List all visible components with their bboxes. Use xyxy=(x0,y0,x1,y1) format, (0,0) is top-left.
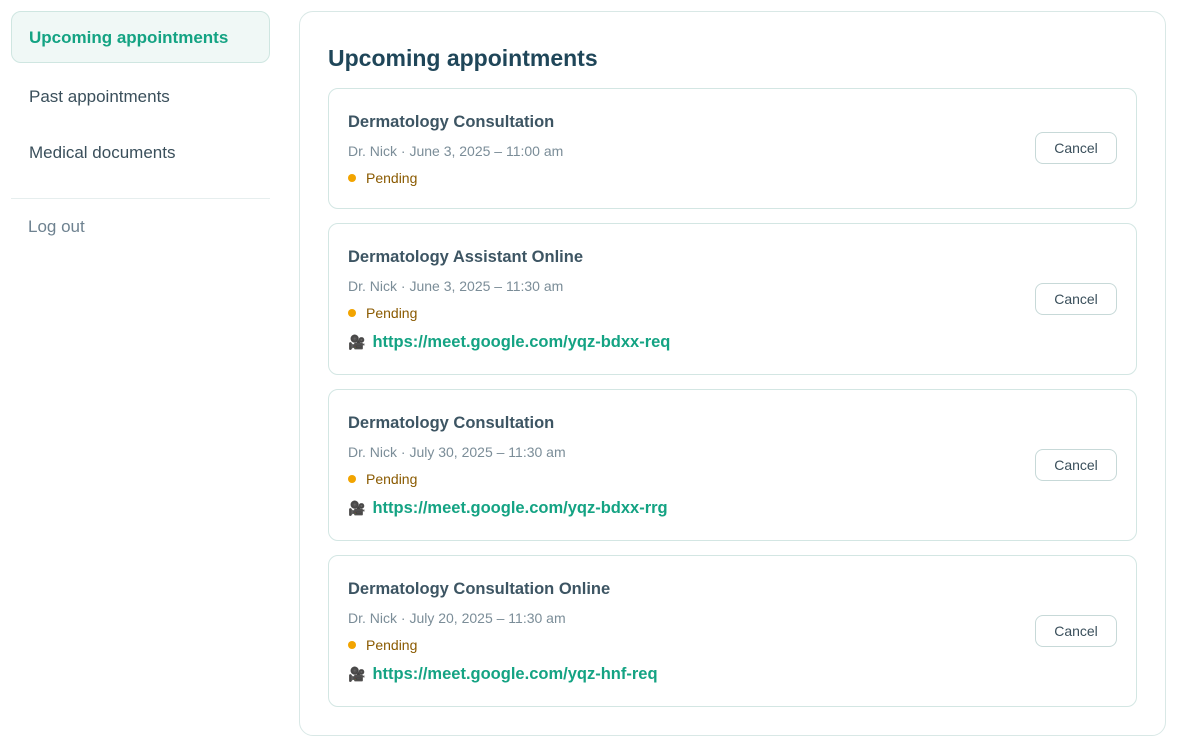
appointment-card: Dermatology Consultation Online Dr. Nick… xyxy=(328,555,1137,707)
status-dot-icon xyxy=(348,309,356,317)
meeting-link[interactable]: 🎥 https://meet.google.com/yqz-hnf-req xyxy=(348,665,658,684)
sidebar: Upcoming appointments Past appointments … xyxy=(11,11,270,245)
logout-link[interactable]: Log out xyxy=(11,209,270,245)
status-badge: Pending xyxy=(348,471,417,487)
video-camera-icon: 🎥 xyxy=(348,500,366,516)
meeting-link[interactable]: 🎥 https://meet.google.com/yqz-bdxx-rrg xyxy=(348,499,668,518)
status-dot-icon xyxy=(348,641,356,649)
meeting-link-text: https://meet.google.com/yqz-bdxx-req xyxy=(372,333,671,351)
appointment-title: Dermatology Consultation xyxy=(348,414,555,432)
appointment-card: Dermatology Consultation Dr. Nick · July… xyxy=(328,389,1137,541)
status-label: Pending xyxy=(366,471,418,487)
cancel-button[interactable]: Cancel xyxy=(1035,449,1117,481)
cancel-button[interactable]: Cancel xyxy=(1035,132,1117,164)
cancel-button[interactable]: Cancel xyxy=(1035,283,1117,315)
appointment-title: Dermatology Consultation Online xyxy=(348,580,611,598)
meeting-link[interactable]: 🎥 https://meet.google.com/yqz-bdxx-req xyxy=(348,333,670,352)
appointment-card: Dermatology Assistant Online Dr. Nick · … xyxy=(328,223,1137,375)
appointment-meta: Dr. Nick · June 3, 2025 – 11:30 am xyxy=(348,278,564,294)
status-badge: Pending xyxy=(348,637,417,653)
video-camera-icon: 🎥 xyxy=(348,334,366,350)
appointment-meta: Dr. Nick · July 20, 2025 – 11:30 am xyxy=(348,610,566,626)
status-dot-icon xyxy=(348,475,356,483)
status-label: Pending xyxy=(366,305,418,321)
cancel-button[interactable]: Cancel xyxy=(1035,615,1117,647)
video-camera-icon: 🎥 xyxy=(348,666,366,682)
meeting-link-text: https://meet.google.com/yqz-hnf-req xyxy=(372,665,658,683)
meeting-link-text: https://meet.google.com/yqz-bdxx-rrg xyxy=(372,499,668,517)
status-label: Pending xyxy=(366,170,418,186)
sidebar-item-past-appointments[interactable]: Past appointments xyxy=(11,68,270,124)
status-badge: Pending xyxy=(348,170,417,186)
appointment-meta: Dr. Nick · July 30, 2025 – 11:30 am xyxy=(348,444,566,460)
page-title: Upcoming appointments xyxy=(328,45,598,71)
status-badge: Pending xyxy=(348,305,417,321)
appointment-title: Dermatology Consultation xyxy=(348,113,555,131)
status-dot-icon xyxy=(348,174,356,182)
status-label: Pending xyxy=(366,637,418,653)
main-panel: Upcoming appointments Dermatology Consul… xyxy=(299,11,1166,736)
appointment-card: Dermatology Consultation Dr. Nick · June… xyxy=(328,88,1137,209)
appointment-meta: Dr. Nick · June 3, 2025 – 11:00 am xyxy=(348,143,564,159)
appointment-title: Dermatology Assistant Online xyxy=(348,248,584,266)
sidebar-item-upcoming-appointments[interactable]: Upcoming appointments xyxy=(11,11,270,63)
sidebar-item-medical-documents[interactable]: Medical documents xyxy=(11,124,270,180)
sidebar-divider xyxy=(11,198,270,199)
